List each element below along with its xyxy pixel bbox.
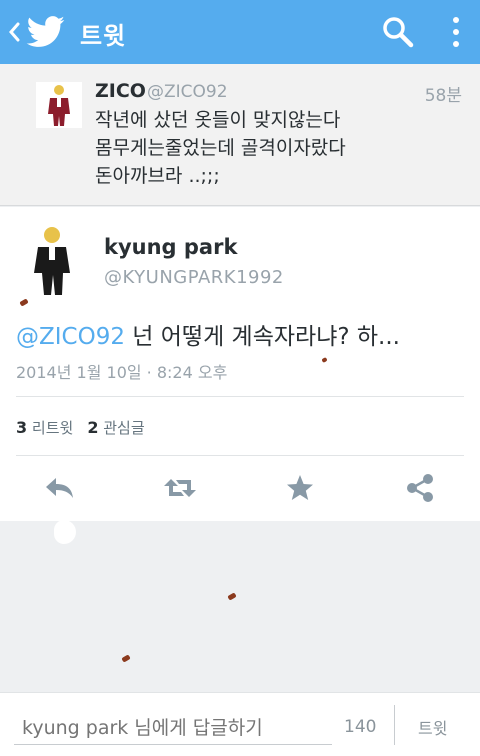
author-handle[interactable]: @KYUNGPARK1992 xyxy=(104,267,284,288)
divider xyxy=(16,396,464,397)
author-name[interactable]: ZICO xyxy=(95,80,146,102)
share-icon[interactable] xyxy=(402,473,438,503)
tweet-body-text: 넌 어떻게 계속자라냐? 하... xyxy=(124,324,400,350)
reply-icon[interactable] xyxy=(42,473,78,503)
speck-decoration xyxy=(227,592,237,601)
tweet-actions xyxy=(0,469,480,509)
search-icon[interactable] xyxy=(380,14,416,50)
retweet-icon[interactable] xyxy=(162,473,198,503)
divider xyxy=(16,455,464,456)
retweets-stat[interactable]: 3 리트윗 xyxy=(16,418,74,437)
overflow-menu-icon[interactable] xyxy=(446,14,466,50)
tweet-timestamp: 2014년 1월 10일 · 8:24 오후 xyxy=(16,363,228,382)
twitter-bird-icon[interactable] xyxy=(26,16,66,48)
mention-link[interactable]: @ZICO92 xyxy=(16,324,125,350)
tweet-stats: 3 리트윗 2 관심글 xyxy=(16,417,145,438)
back-icon[interactable] xyxy=(8,22,20,42)
favorite-star-icon[interactable] xyxy=(282,473,318,503)
tweet-button[interactable]: 트윗 xyxy=(418,715,447,739)
tweet-text: 작년에 샀던 옷들이 맞지않는다 몸무게는줄었는데 골격이자랐다 돈아까브라 .… xyxy=(95,109,346,187)
divider xyxy=(394,705,395,745)
author-name[interactable]: kyung park xyxy=(104,235,237,259)
tweet-time: 58분 xyxy=(424,86,462,106)
favorites-count: 2 xyxy=(87,418,99,437)
retweets-count: 3 xyxy=(16,418,28,437)
tweet-text: @ZICO92 넌 어떻게 계속자라냐? 하... xyxy=(16,317,400,351)
reply-input[interactable] xyxy=(14,711,332,745)
char-count: 140 xyxy=(344,717,377,737)
speck-decoration xyxy=(121,654,131,663)
page-title: 트윗 xyxy=(80,22,127,50)
main-tweet: kyung park @KYUNGPARK1992 @ZICO92 넌 어떻게 … xyxy=(0,207,480,521)
author-handle[interactable]: @ZICO92 xyxy=(147,82,228,102)
reply-bar: 140 트윗 xyxy=(0,692,480,756)
avatar[interactable] xyxy=(36,82,82,128)
favorites-stat[interactable]: 2 관심글 xyxy=(87,418,145,437)
blob-decoration xyxy=(54,520,76,544)
avatar[interactable] xyxy=(18,223,86,297)
favorites-label: 관심글 xyxy=(103,419,145,437)
retweets-label: 리트윗 xyxy=(31,419,74,437)
parent-tweet[interactable]: ZICO @ZICO92 58분 작년에 샀던 옷들이 맞지않는다 몸무게는줄었… xyxy=(0,64,480,206)
app-bar: 트윗 xyxy=(0,0,480,64)
